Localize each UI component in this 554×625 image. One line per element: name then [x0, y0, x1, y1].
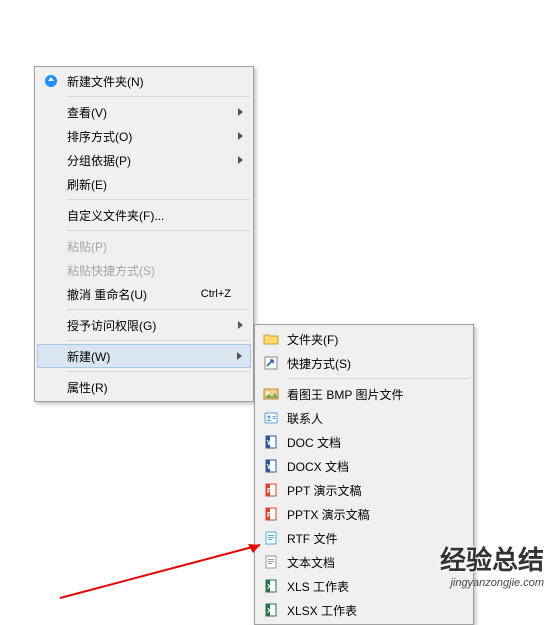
menu-item-paste-shortcut: 粘贴快捷方式(S)	[37, 258, 251, 282]
chevron-right-icon	[238, 321, 243, 329]
menu-item-label: 联系人	[287, 410, 451, 427]
context-menu-main: 新建文件夹(N) 查看(V) 排序方式(O) 分组依据(P) 刷新(E) 自定义…	[34, 66, 254, 402]
menu-item-label: 分组依据(P)	[67, 152, 231, 169]
menu-item-label: DOC 文档	[287, 434, 451, 451]
menu-item-label: XLS 工作表	[287, 578, 451, 595]
menu-separator	[67, 230, 250, 231]
menu-item-label: 授予访问权限(G)	[67, 317, 231, 334]
menu-item-label: DOCX 文档	[287, 458, 451, 475]
menu-item-label: 看图王 BMP 图片文件	[287, 386, 451, 403]
svg-text:W: W	[267, 464, 274, 471]
menu-item-label: PPT 演示文稿	[287, 482, 451, 499]
menu-item-label: 文本文档	[287, 554, 451, 571]
chevron-right-icon	[238, 132, 243, 140]
menu-item-shortcut[interactable]: 快捷方式(S)	[257, 351, 471, 375]
image-icon	[263, 386, 279, 402]
svg-text:P: P	[267, 488, 272, 495]
rtf-icon	[263, 530, 279, 546]
powerpoint-icon: P	[263, 482, 279, 498]
menu-item-text[interactable]: 文本文档	[257, 550, 471, 574]
menu-item-label: RTF 文件	[287, 530, 451, 547]
menu-item-customize-folder[interactable]: 自定义文件夹(F)...	[37, 203, 251, 227]
menu-separator	[67, 96, 250, 97]
menu-item-view[interactable]: 查看(V)	[37, 100, 251, 124]
menu-item-pptx[interactable]: P PPTX 演示文稿	[257, 502, 471, 526]
menu-separator	[67, 309, 250, 310]
svg-text:P: P	[267, 512, 272, 519]
word-icon: W	[263, 434, 279, 450]
menu-separator	[67, 199, 250, 200]
chevron-right-icon	[238, 156, 243, 164]
menu-item-paste: 粘贴(P)	[37, 234, 251, 258]
menu-item-label: 新建文件夹(N)	[67, 73, 231, 90]
menu-item-label: 查看(V)	[67, 104, 231, 121]
svg-text:W: W	[267, 440, 274, 447]
menu-item-label: 粘贴快捷方式(S)	[67, 262, 231, 279]
excel-icon: X	[263, 602, 279, 618]
menu-item-new[interactable]: 新建(W)	[37, 344, 251, 368]
context-menu-new: 文件夹(F) 快捷方式(S) 看图王 BMP 图片文件 联系人 W DOC 文档…	[254, 324, 474, 625]
menu-item-label: 自定义文件夹(F)...	[67, 207, 231, 224]
menu-item-properties[interactable]: 属性(R)	[37, 375, 251, 399]
menu-item-label: 刷新(E)	[67, 176, 231, 193]
menu-item-contact[interactable]: 联系人	[257, 406, 471, 430]
text-file-icon	[263, 554, 279, 570]
menu-separator	[67, 340, 250, 341]
chevron-right-icon	[238, 108, 243, 116]
menu-item-docx[interactable]: W DOCX 文档	[257, 454, 471, 478]
menu-item-folder[interactable]: 文件夹(F)	[257, 327, 471, 351]
shortcut-icon	[263, 355, 279, 371]
menu-item-refresh[interactable]: 刷新(E)	[37, 172, 251, 196]
menu-item-label: 撤消 重命名(U)	[67, 286, 201, 303]
folder-icon	[263, 331, 279, 347]
menu-item-shortcut: Ctrl+Z	[201, 288, 231, 300]
menu-item-ppt[interactable]: P PPT 演示文稿	[257, 478, 471, 502]
menu-item-label: 粘贴(P)	[67, 238, 231, 255]
menu-item-label: 排序方式(O)	[67, 128, 231, 145]
menu-item-label: 文件夹(F)	[287, 331, 451, 348]
menu-item-label: 新建(W)	[67, 348, 231, 365]
menu-item-new-folder[interactable]: 新建文件夹(N)	[37, 69, 251, 93]
menu-item-bmp[interactable]: 看图王 BMP 图片文件	[257, 382, 471, 406]
menu-item-undo-rename[interactable]: 撤消 重命名(U) Ctrl+Z	[37, 282, 251, 306]
menu-item-group[interactable]: 分组依据(P)	[37, 148, 251, 172]
word-icon: W	[263, 458, 279, 474]
menu-separator	[67, 371, 250, 372]
menu-item-rtf[interactable]: RTF 文件	[257, 526, 471, 550]
contact-icon	[263, 410, 279, 426]
menu-separator	[287, 378, 470, 379]
menu-item-sort[interactable]: 排序方式(O)	[37, 124, 251, 148]
menu-item-doc[interactable]: W DOC 文档	[257, 430, 471, 454]
menu-item-xlsx[interactable]: X XLSX 工作表	[257, 598, 471, 622]
svg-text:X: X	[267, 608, 272, 615]
menu-item-xls[interactable]: X XLS 工作表	[257, 574, 471, 598]
powerpoint-icon: P	[263, 506, 279, 522]
menu-item-label: 属性(R)	[67, 379, 231, 396]
menu-item-label: 快捷方式(S)	[287, 355, 451, 372]
new-folder-icon	[43, 73, 59, 89]
menu-item-label: PPTX 演示文稿	[287, 506, 451, 523]
excel-icon: X	[263, 578, 279, 594]
svg-text:X: X	[267, 584, 272, 591]
menu-item-give-access[interactable]: 授予访问权限(G)	[37, 313, 251, 337]
chevron-right-icon	[237, 352, 242, 360]
menu-item-label: XLSX 工作表	[287, 602, 451, 619]
